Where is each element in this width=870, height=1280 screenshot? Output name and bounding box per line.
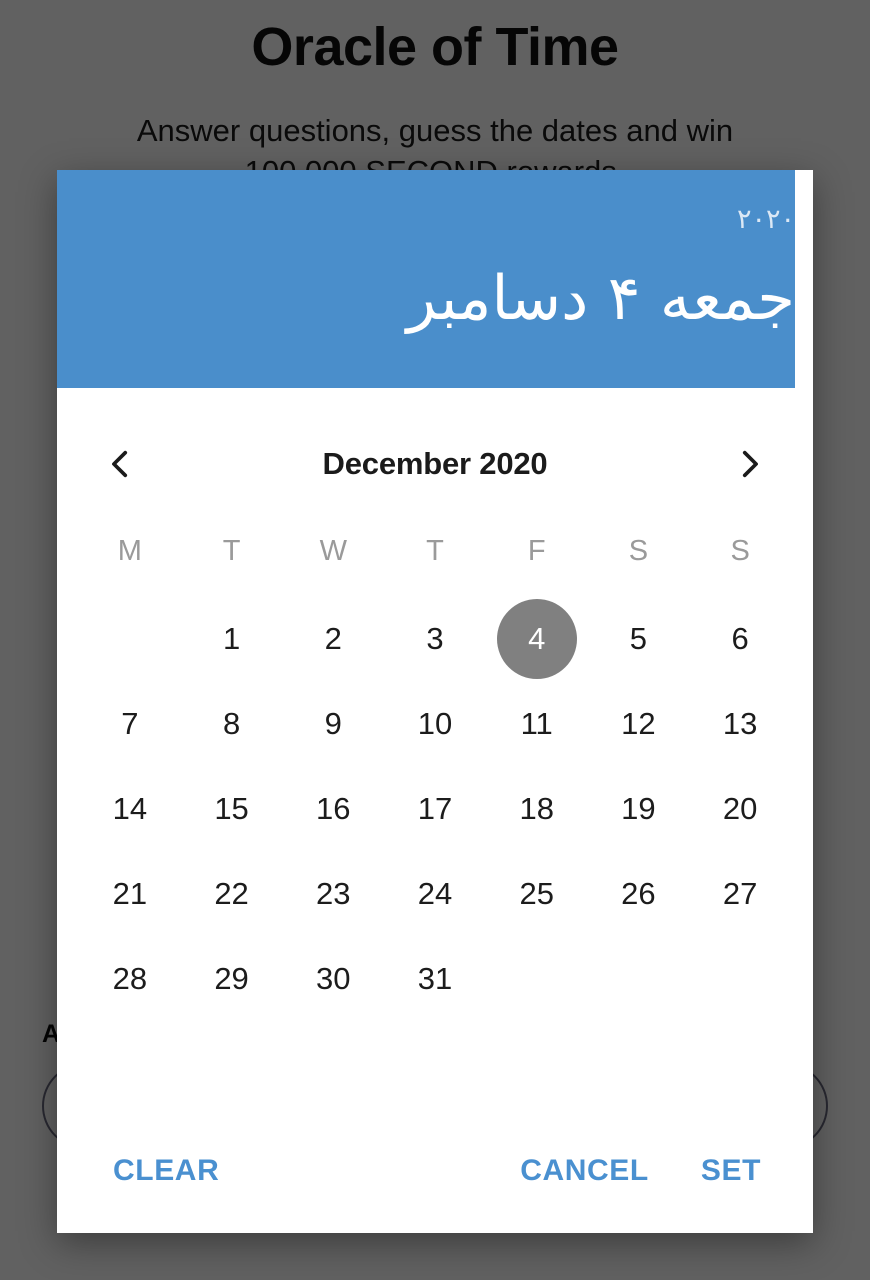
calendar-day-cell[interactable]: 28 [79, 936, 181, 1021]
chevron-right-icon [732, 447, 766, 481]
calendar-day-cell[interactable]: 29 [181, 936, 283, 1021]
calendar-day-26[interactable]: 26 [598, 854, 678, 934]
calendar-day-cell[interactable]: 1 [181, 596, 283, 681]
calendar-day-27[interactable]: 27 [700, 854, 780, 934]
calendar-day-28[interactable]: 28 [90, 939, 170, 1019]
calendar-day-18[interactable]: 18 [497, 769, 577, 849]
screen: Oracle of Time Answer questions, guess t… [0, 0, 870, 1280]
date-picker-dialog: ۲۰۲۰ جمعه ۴ دسامبر December 2020 M T W T… [57, 170, 813, 1233]
calendar-day-24[interactable]: 24 [395, 854, 475, 934]
calendar-day-cell[interactable]: 4 [486, 596, 588, 681]
header-selected-date[interactable]: جمعه ۴ دسامبر [105, 261, 795, 337]
calendar-day-cell[interactable]: 17 [384, 766, 486, 851]
calendar-day-12[interactable]: 12 [598, 684, 678, 764]
calendar-day-selected[interactable]: 4 [496, 598, 577, 679]
calendar-day-cell[interactable]: 12 [588, 681, 690, 766]
weekday-header-1: T [222, 534, 241, 567]
calendar-day-cell[interactable]: 11 [486, 681, 588, 766]
calendar-day-30[interactable]: 30 [293, 939, 373, 1019]
set-button[interactable]: SET [687, 1144, 775, 1198]
prev-month-button[interactable] [91, 434, 151, 494]
calendar-day-cell[interactable]: 5 [588, 596, 690, 681]
calendar-day-cell[interactable]: 27 [689, 851, 791, 936]
calendar-day-5[interactable]: 5 [598, 599, 678, 679]
calendar-day-20[interactable]: 20 [700, 769, 780, 849]
next-month-button[interactable] [719, 434, 779, 494]
calendar-day-cell[interactable]: 10 [384, 681, 486, 766]
calendar-day-6[interactable]: 6 [700, 599, 780, 679]
calendar-day-17[interactable]: 17 [395, 769, 475, 849]
calendar-day-9[interactable]: 9 [293, 684, 373, 764]
calendar-day-cell[interactable]: 26 [588, 851, 690, 936]
calendar-day-10[interactable]: 10 [395, 684, 475, 764]
weekday-header-4: F [527, 534, 546, 567]
calendar-day-cell[interactable]: 8 [181, 681, 283, 766]
calendar-day-21[interactable]: 21 [90, 854, 170, 934]
calendar-day-cell[interactable]: 25 [486, 851, 588, 936]
calendar-day-cell[interactable]: 6 [689, 596, 791, 681]
calendar-day-cell[interactable]: 18 [486, 766, 588, 851]
clear-button[interactable]: CLEAR [99, 1144, 233, 1198]
calendar-day-grid: 1 2 3 4 5 6 7 8 9 10 11 12 13 14 15 16 17 18 19 20 21 22 23 24 2… [57, 596, 813, 1021]
calendar-day-13[interactable]: 13 [700, 684, 780, 764]
calendar-day-19[interactable]: 19 [598, 769, 678, 849]
weekday-header-3: T [426, 534, 444, 567]
cancel-button[interactable]: CANCEL [506, 1144, 663, 1198]
calendar-day-16[interactable]: 16 [293, 769, 373, 849]
calendar-day-cell[interactable]: 3 [384, 596, 486, 681]
calendar-day-cell[interactable]: 21 [79, 851, 181, 936]
calendar-day-cell[interactable]: 16 [282, 766, 384, 851]
calendar-day-cell[interactable]: 14 [79, 766, 181, 851]
calendar-day-29[interactable]: 29 [192, 939, 272, 1019]
date-picker-body: December 2020 MTWTFSS 1 2 3 4 5 6 7 8 9 10 11 12 13 1… [57, 388, 813, 1233]
calendar-day-11[interactable]: 11 [497, 684, 577, 764]
date-picker-header: ۲۰۲۰ جمعه ۴ دسامبر [57, 170, 795, 388]
calendar-day-1[interactable]: 1 [192, 599, 272, 679]
calendar-day-2[interactable]: 2 [293, 599, 373, 679]
month-year-label: December 2020 [322, 446, 548, 481]
calendar-day-cell[interactable]: 7 [79, 681, 181, 766]
weekday-header-5: S [628, 534, 649, 567]
weekday-header-6: S [730, 534, 750, 567]
calendar-day-cell[interactable]: 9 [282, 681, 384, 766]
calendar-day-22[interactable]: 22 [192, 854, 272, 934]
chevron-left-icon [104, 447, 138, 481]
calendar-day-cell[interactable]: 2 [282, 596, 384, 681]
weekday-header-row: MTWTFSS [57, 520, 813, 582]
calendar-day-7[interactable]: 7 [90, 684, 170, 764]
calendar-blank-cell [79, 596, 181, 681]
calendar-day-cell[interactable]: 19 [588, 766, 690, 851]
calendar-day-cell[interactable]: 13 [689, 681, 791, 766]
calendar-day-cell[interactable]: 23 [282, 851, 384, 936]
calendar-day-cell[interactable]: 24 [384, 851, 486, 936]
calendar-day-cell[interactable]: 20 [689, 766, 791, 851]
calendar-day-cell[interactable]: 15 [181, 766, 283, 851]
month-navigation: December 2020 [57, 422, 813, 506]
calendar-day-cell[interactable]: 22 [181, 851, 283, 936]
dialog-actions: CLEAR CANCEL SET [57, 1109, 813, 1233]
calendar-day-15[interactable]: 15 [192, 769, 272, 849]
calendar-day-14[interactable]: 14 [90, 769, 170, 849]
weekday-header-0: M [117, 534, 142, 567]
weekday-header-2: W [319, 534, 347, 567]
calendar-day-25[interactable]: 25 [497, 854, 577, 934]
calendar-day-cell[interactable]: 30 [282, 936, 384, 1021]
calendar-day-23[interactable]: 23 [293, 854, 373, 934]
calendar-day-cell[interactable]: 31 [384, 936, 486, 1021]
calendar-day-31[interactable]: 31 [395, 939, 475, 1019]
header-year[interactable]: ۲۰۲۰ [105, 206, 795, 233]
calendar-day-8[interactable]: 8 [192, 684, 272, 764]
calendar-day-3[interactable]: 3 [395, 599, 475, 679]
